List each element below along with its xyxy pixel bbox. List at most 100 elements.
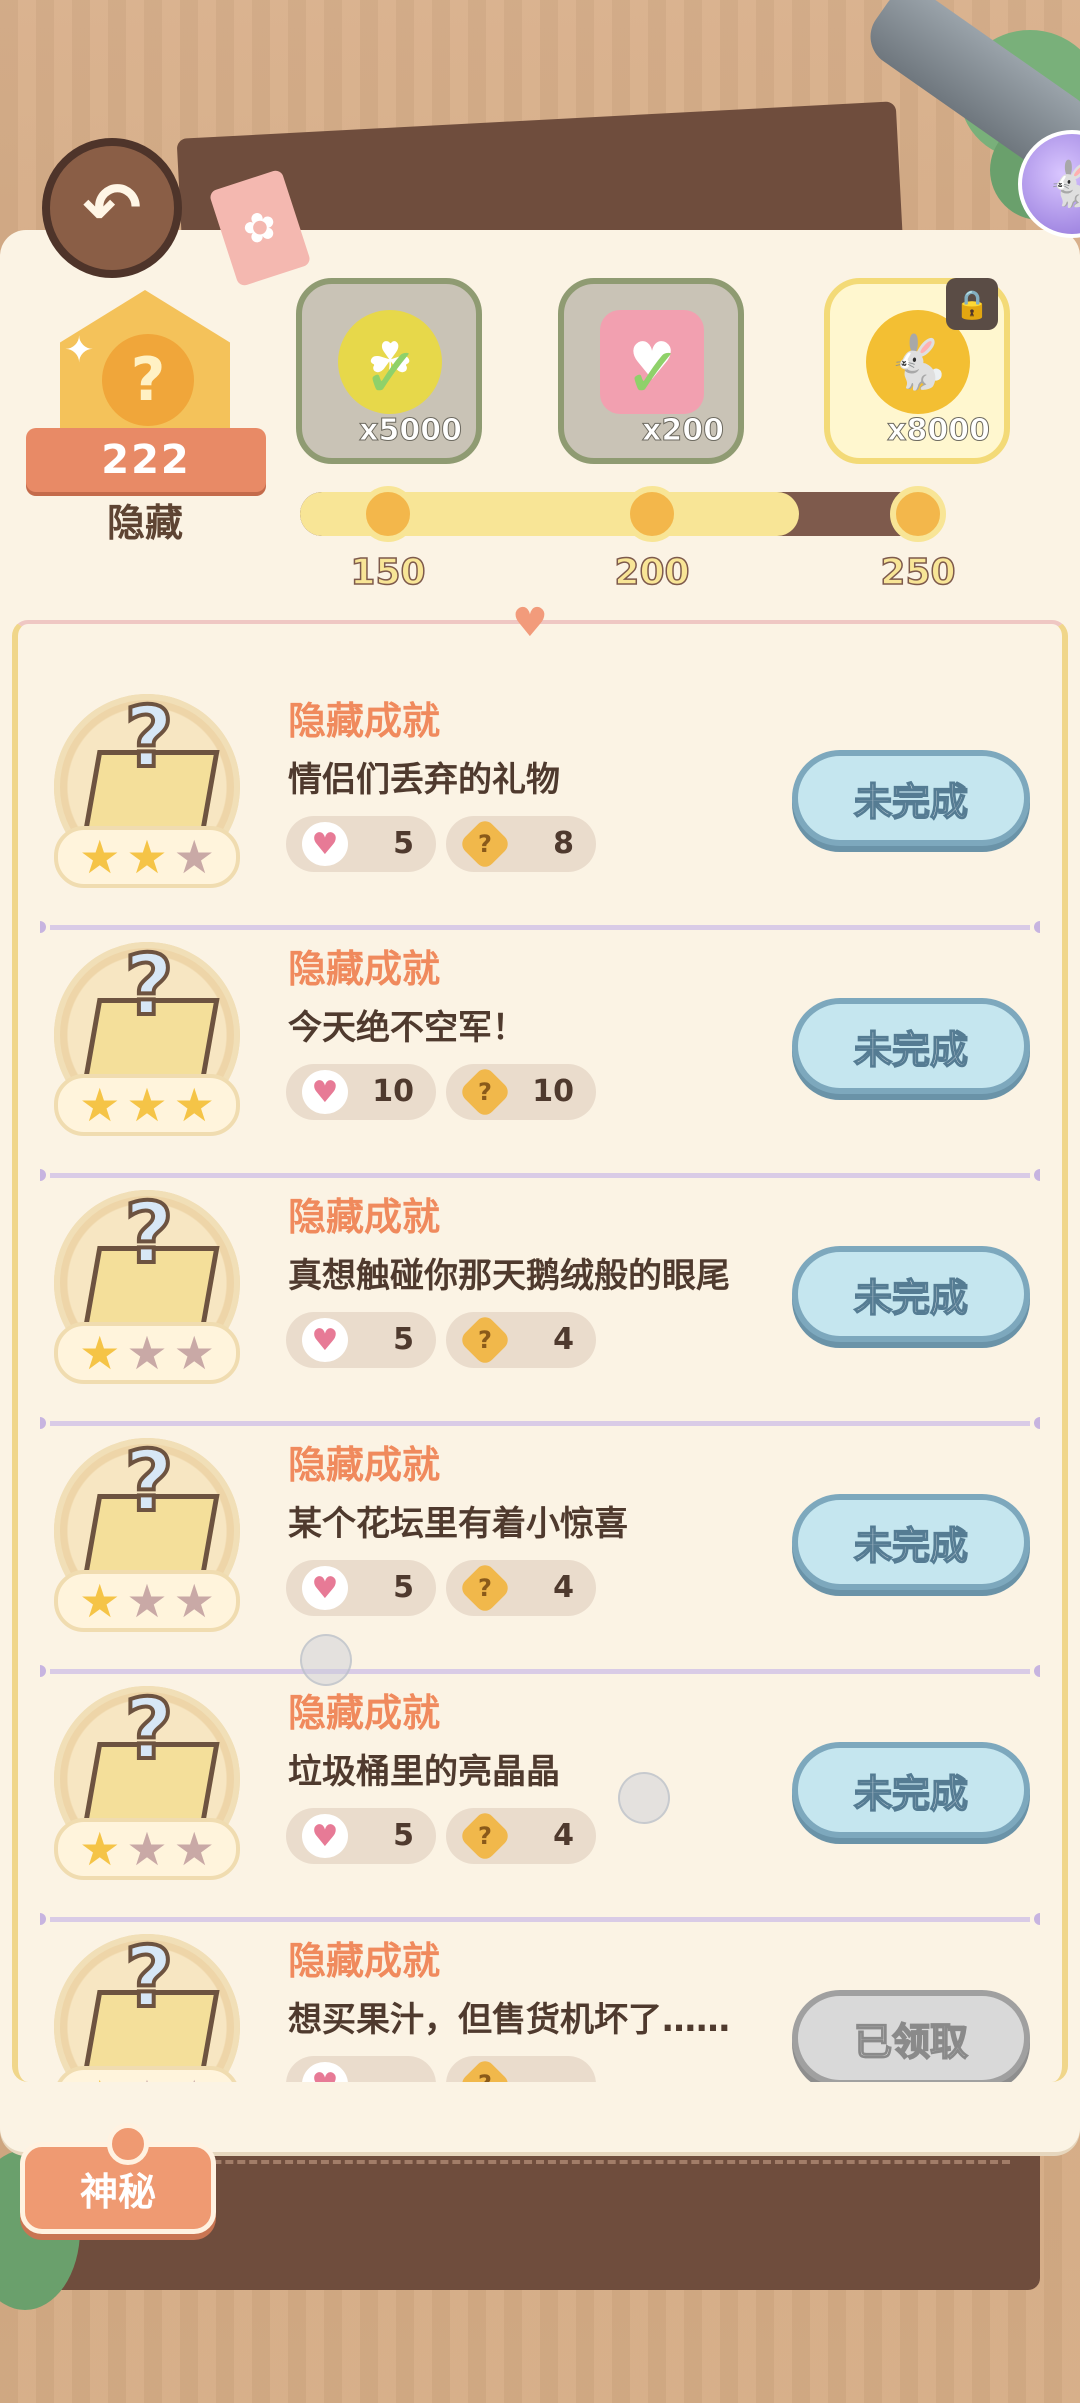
question-mark-icon: ?	[123, 1678, 176, 1780]
star-icon: ★	[126, 1822, 168, 1876]
question-coin-icon: ?	[102, 334, 194, 426]
coin-icon: ?	[458, 2057, 512, 2082]
star-icon: ★	[79, 1574, 121, 1628]
reward-qty: x5000	[359, 413, 463, 449]
back-button[interactable]: ↶	[42, 138, 182, 278]
coin-reward: ? 8	[446, 816, 596, 872]
coin-icon: ?	[458, 1065, 512, 1119]
star-rating: ★★★	[54, 1074, 240, 1136]
star-icon: ★	[173, 1574, 215, 1628]
sparkle-icon: ✦	[64, 330, 95, 371]
touch-indicator	[618, 1772, 670, 1824]
heart-reward-value: 10	[372, 1074, 414, 1109]
achievement-desc: 真想触碰你那天鹅绒般的眼尾	[288, 1256, 730, 1296]
coin-reward-value: 4	[553, 1322, 574, 1357]
heart-icon: ♥	[302, 1318, 348, 1362]
star-rating: ★★★	[54, 1818, 240, 1880]
star-icon: ★	[126, 1574, 168, 1628]
achievement-desc: 垃圾桶里的亮晶晶	[288, 1752, 560, 1792]
mystery-medal: ? ★★★	[54, 1182, 240, 1384]
status-button[interactable]: 未完成	[792, 750, 1030, 846]
coin-reward: ? 4	[446, 1312, 596, 1368]
star-icon: ★	[126, 830, 168, 884]
star-icon: ★	[79, 830, 121, 884]
mystery-medal: ? ★★★	[54, 1678, 240, 1880]
list-item: ? ★ ★ ★ 隐藏成就 垃圾桶里的亮晶晶 ♥ 5 ? 4 未完成	[40, 1674, 1040, 1925]
reward-tile[interactable]: 🐇 🔒 x8000	[824, 278, 1010, 464]
question-mark-icon: ?	[123, 686, 176, 788]
coin-reward-value: 8	[553, 826, 574, 861]
badge-count: 222	[101, 437, 191, 483]
heart-reward-value: 5	[393, 1570, 414, 1605]
mystery-medal: ? ★★★	[54, 686, 240, 888]
heart-icon: ♥	[302, 2062, 348, 2082]
question-mark-icon: ?	[123, 1926, 176, 2028]
milestone-label: 200	[614, 551, 691, 594]
list-item: ? ★ ★ ★ 隐藏成就 某个花坛里有着小惊喜 ♥ 5 ? 4 未完成	[40, 1426, 1040, 1677]
coin-reward: ? 10	[446, 1064, 596, 1120]
achievement-desc: 今天绝不空军！	[288, 1008, 526, 1048]
heart-reward-value: 5	[393, 826, 414, 861]
star-icon: ★	[173, 1326, 215, 1380]
star-icon: ★	[79, 2074, 120, 2082]
heart-reward-value: 5	[393, 1322, 414, 1357]
coin-icon: ?	[458, 817, 512, 871]
coin-icon: ?	[458, 1313, 512, 1367]
heart-reward: ♥ 5	[286, 1808, 436, 1864]
badge-label: 隐藏	[106, 501, 183, 545]
reward-qty: x8000	[887, 413, 991, 449]
heart-icon: ♥	[512, 600, 548, 646]
coin-icon: ?	[458, 1561, 512, 1615]
heart-reward: ♥ 5	[286, 1560, 436, 1616]
achievement-title: 隐藏成就	[288, 1939, 441, 1983]
question-mark-icon: ?	[123, 934, 176, 1036]
list-item: ? ★ ★ ★ 隐藏成就 真想触碰你那天鹅绒般的眼尾 ♥ 5 ? 4 未完成	[40, 1178, 1040, 1429]
coin-reward-value: 4	[553, 1818, 574, 1853]
list-item: ? ★ ★ ★ 隐藏成就 想买果汁，但售货机坏了…… ♥ ? 已领取	[40, 1922, 1040, 2082]
mystery-medal: ? ★★★	[54, 1430, 240, 1632]
status-button[interactable]: 未完成	[792, 1742, 1030, 1838]
heart-icon: ♥	[302, 1566, 348, 1610]
achievement-title: 隐藏成就	[288, 699, 441, 743]
status-button[interactable]: 未完成	[792, 1494, 1030, 1590]
star-icon: ★	[174, 2074, 215, 2082]
mystery-tab-button[interactable]: 神秘	[20, 2123, 216, 2234]
star-icon: ★	[79, 1326, 121, 1380]
achievement-desc: 某个花坛里有着小惊喜	[288, 1504, 628, 1544]
star-icon: ★	[79, 1822, 121, 1876]
coin-icon: ?	[458, 1809, 512, 1863]
achievement-title: 隐藏成就	[288, 1195, 441, 1239]
coin-reward-value: 10	[532, 1074, 574, 1109]
reward-tile[interactable]: ☘ ✓ x5000	[296, 278, 482, 464]
status-button[interactable]: 已领取	[792, 1990, 1030, 2082]
achievement-desc: 情侣们丢弃的礼物	[288, 760, 560, 800]
milestone-marker	[624, 486, 680, 542]
coin-reward: ? 4	[446, 1560, 596, 1616]
star-icon: ★	[173, 1822, 215, 1876]
star-rating: ★★★	[54, 1322, 240, 1384]
heart-icon: ♥	[302, 1070, 348, 1114]
coin-reward: ?	[446, 2056, 596, 2082]
question-mark-icon: ?	[123, 1430, 176, 1532]
milestone-marker	[360, 486, 416, 542]
achievement-desc: 想买果汁，但售货机坏了……	[288, 2000, 730, 2040]
back-arrow-icon: ↶	[82, 167, 142, 249]
coin-reward-value: 4	[553, 1570, 574, 1605]
star-icon: ★	[173, 830, 215, 884]
status-button[interactable]: 未完成	[792, 998, 1030, 1094]
star-rating: ★ ★ ★	[54, 2066, 240, 2082]
list-item: ? ★ ★ ★ 隐藏成就 情侣们丢弃的礼物 ♥ 5 ? 8 未完成	[40, 682, 1040, 933]
star-icon: ★	[126, 1078, 168, 1132]
check-icon: ✓	[624, 332, 683, 414]
achievement-list[interactable]: ? ★ ★ ★ 隐藏成就 情侣们丢弃的礼物 ♥ 5 ? 8 未完成 ? ★ ★ ★ 隐藏…	[40, 682, 1040, 2082]
heart-reward: ♥	[286, 2056, 436, 2082]
heart-reward-value: 5	[393, 1818, 414, 1853]
reward-tile[interactable]: ♥ ✓ x200	[558, 278, 744, 464]
achievement-title: 隐藏成就	[288, 1443, 441, 1487]
star-icon: ★	[173, 1078, 215, 1132]
milestone-label: 150	[350, 551, 427, 594]
status-button[interactable]: 未完成	[792, 1246, 1030, 1342]
check-icon: ✓	[362, 332, 421, 414]
achievement-title: 隐藏成就	[288, 947, 441, 991]
star-icon: ★	[126, 2074, 167, 2082]
